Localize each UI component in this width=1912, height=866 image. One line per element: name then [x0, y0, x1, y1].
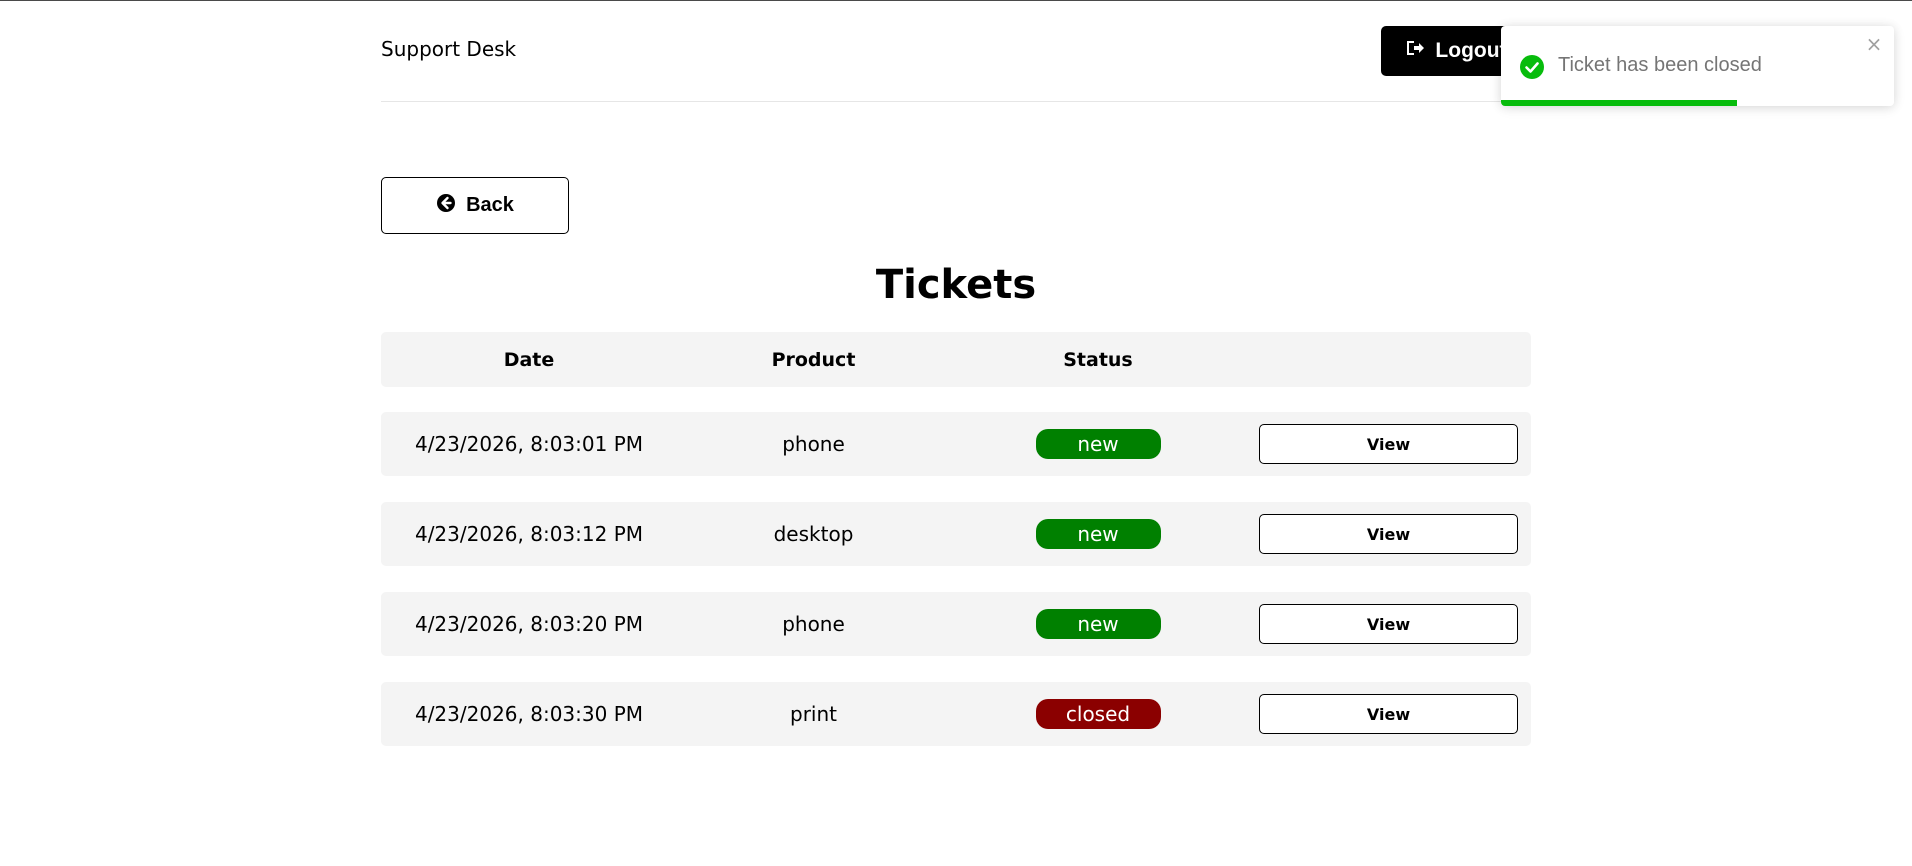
column-header-status: Status [1063, 348, 1133, 371]
view-ticket-button[interactable]: View [1259, 514, 1518, 554]
table-header-row: Date Product Status [381, 332, 1531, 387]
app-header: Support Desk Logout [381, 0, 1531, 102]
toast-message: Ticket has been closed [1558, 54, 1762, 76]
column-header-date: Date [503, 348, 555, 371]
back-button[interactable]: Back [381, 177, 569, 234]
tickets-table: Date Product Status 4/23/2026, 8:03:01 P… [381, 332, 1531, 772]
column-header-product: Product [771, 348, 856, 371]
status-badge: closed [1035, 699, 1161, 729]
brand-link[interactable]: Support Desk [381, 37, 516, 61]
ticket-date: 4/23/2026, 8:03:12 PM [414, 522, 644, 546]
ticket-product: desktop [773, 522, 854, 546]
ticket-product: phone [782, 612, 845, 636]
ticket-date: 4/23/2026, 8:03:30 PM [414, 702, 644, 726]
logout-label: Logout [1435, 39, 1507, 62]
table-row: 4/23/2026, 8:03:12 PM desktop new View [381, 502, 1531, 566]
close-icon[interactable]: × [1864, 34, 1884, 54]
page-title: Tickets [875, 262, 1037, 308]
back-label: Back [466, 194, 514, 216]
page-container: Support Desk Logout Back Tickets Date Pr… [381, 0, 1531, 866]
view-ticket-button[interactable]: View [1259, 694, 1518, 734]
ticket-date: 4/23/2026, 8:03:01 PM [414, 432, 644, 456]
ticket-product: print [790, 702, 837, 726]
ticket-product: phone [782, 432, 845, 456]
arrow-circle-left-icon [436, 193, 456, 219]
view-ticket-button[interactable]: View [1259, 604, 1518, 644]
sign-out-icon [1405, 38, 1425, 64]
ticket-date: 4/23/2026, 8:03:20 PM [414, 612, 644, 636]
status-badge: new [1035, 429, 1161, 459]
check-circle-icon [1519, 54, 1545, 80]
table-row: 4/23/2026, 8:03:20 PM phone new View [381, 592, 1531, 656]
toast-notification[interactable]: Ticket has been closed × [1501, 26, 1894, 106]
table-row: 4/23/2026, 8:03:30 PM print closed View [381, 682, 1531, 746]
status-badge: new [1035, 519, 1161, 549]
toast-progress-bar [1501, 100, 1737, 106]
view-ticket-button[interactable]: View [1259, 424, 1518, 464]
table-row: 4/23/2026, 8:03:01 PM phone new View [381, 412, 1531, 476]
status-badge: new [1035, 609, 1161, 639]
